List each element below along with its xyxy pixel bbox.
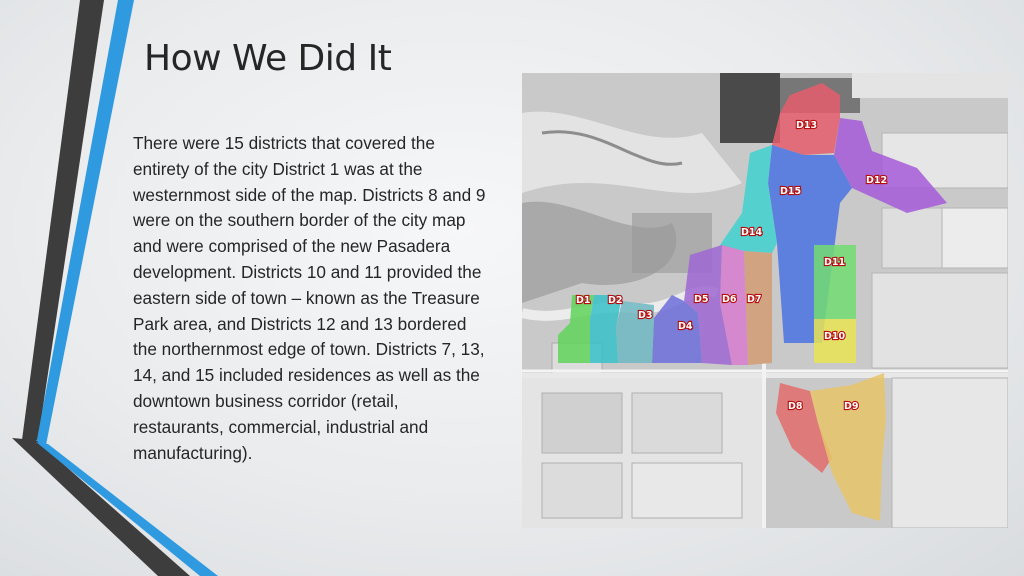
district-4-label: D4 [678, 321, 693, 332]
district-13-label: D13 [796, 120, 817, 131]
district-9-label: D9 [844, 401, 859, 412]
district-2-label: D2 [608, 295, 623, 306]
district-11-label: D11 [824, 257, 845, 268]
district-5-label: D5 [694, 294, 709, 305]
district-7-area [744, 251, 772, 365]
body-paragraph: There were 15 districts that covered the… [133, 133, 486, 463]
district-8-label: D8 [788, 401, 803, 412]
page-title: How We Did It [144, 38, 392, 79]
district-map-image: D13 D12 D15 D14 D11 D10 D1 D2 D3 D4 D5 D… [522, 73, 1008, 528]
district-map: D13 D12 D15 D14 D11 D10 D1 D2 D3 D4 D5 D… [522, 73, 1008, 528]
district-6-label: D6 [722, 294, 737, 305]
district-1-label: D1 [576, 295, 591, 306]
dark-stripe [22, 0, 104, 440]
district-3-label: D3 [638, 310, 653, 321]
district-12-label: D12 [866, 175, 887, 186]
district-15-label: D15 [780, 186, 801, 197]
district-14-label: D14 [741, 227, 762, 238]
district-7-label: D7 [747, 294, 762, 305]
district-10-label: D10 [824, 331, 845, 342]
